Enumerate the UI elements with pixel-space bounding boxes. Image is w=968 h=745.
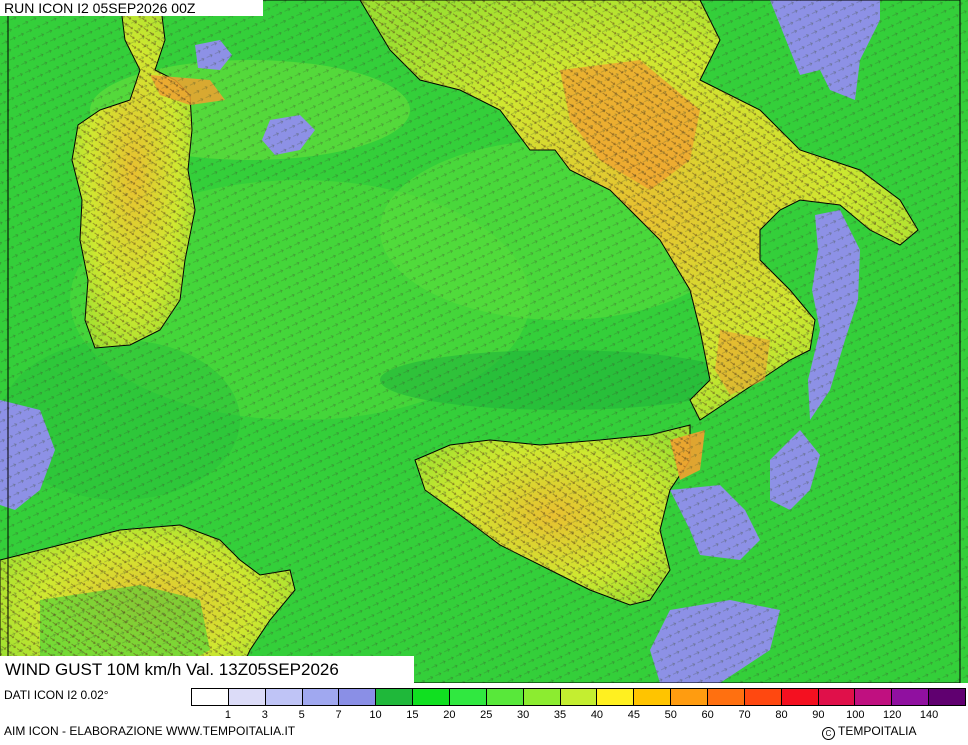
- legend-tick-label: 1: [224, 709, 231, 721]
- legend-tick-label: 30: [517, 709, 530, 721]
- legend-tick-label: 90: [812, 709, 825, 721]
- legend-tick-label: 140: [919, 709, 939, 721]
- legend-swatch: [486, 689, 524, 705]
- legend-swatch: [560, 689, 598, 705]
- copyright-text: TEMPOITALIA: [838, 724, 917, 738]
- legend-tick-label: 15: [406, 709, 419, 721]
- copyright-icon: C: [822, 727, 835, 740]
- data-source-label: DATI ICON I2 0.02°: [4, 688, 109, 702]
- legend-tick-label: 80: [775, 709, 788, 721]
- legend-tick-label: 40: [590, 709, 604, 721]
- legend-tick-label: 35: [553, 709, 567, 721]
- legend-swatch: [597, 689, 635, 705]
- legend-tick-label: 3: [261, 709, 268, 721]
- legend-swatch: [413, 689, 451, 705]
- legend-tick-label: 5: [298, 709, 305, 721]
- copyright-label: C TEMPOITALIA: [822, 724, 916, 740]
- legend-tick-label: 45: [627, 709, 640, 721]
- legend-swatch: [634, 689, 672, 705]
- map-title: WIND GUST 10M km/h Val. 13Z05SEP2026: [0, 656, 414, 683]
- legend-tick-label: 100: [846, 709, 865, 721]
- legend-swatch: [265, 689, 303, 705]
- legend-swatch: [855, 689, 893, 705]
- legend-swatch: [892, 689, 930, 705]
- legend-tick-label: 25: [480, 709, 493, 721]
- legend-swatch: [744, 689, 782, 705]
- legend-tick-labels: 1 3 5 7 10 15 20 25 30 35 40 45 50 60 70 80 90 100 120 140: [191, 709, 966, 723]
- legend-tick-label: 7: [335, 709, 342, 721]
- legend-swatch: [781, 689, 819, 705]
- legend-swatch: [376, 689, 414, 705]
- legend-swatch: [450, 689, 487, 705]
- legend-tick-label: 50: [664, 709, 677, 721]
- color-scale-legend: [191, 688, 966, 706]
- legend-swatch: [818, 689, 856, 705]
- legend-swatch: [339, 689, 377, 705]
- legend-swatch: [228, 689, 266, 705]
- legend-tick-label: 60: [701, 709, 714, 721]
- legend-swatch: [671, 689, 709, 705]
- wind-gust-map: [0, 0, 968, 683]
- legend-tick-label: 70: [738, 709, 751, 721]
- legend-swatch: [929, 689, 966, 705]
- legend-tick-label: 20: [443, 709, 456, 721]
- legend-swatch: [708, 689, 745, 705]
- legend-swatch: [302, 689, 340, 705]
- legend-tick-label: 120: [883, 709, 902, 721]
- legend-swatch: [523, 689, 561, 705]
- legend-tick-label: 10: [369, 709, 382, 721]
- legend-swatch: [192, 689, 229, 705]
- credit-label: AIM ICON - ELABORAZIONE WWW.TEMPOITALIA.…: [4, 724, 296, 738]
- run-label: RUN ICON I2 05SEP2026 00Z: [0, 0, 263, 16]
